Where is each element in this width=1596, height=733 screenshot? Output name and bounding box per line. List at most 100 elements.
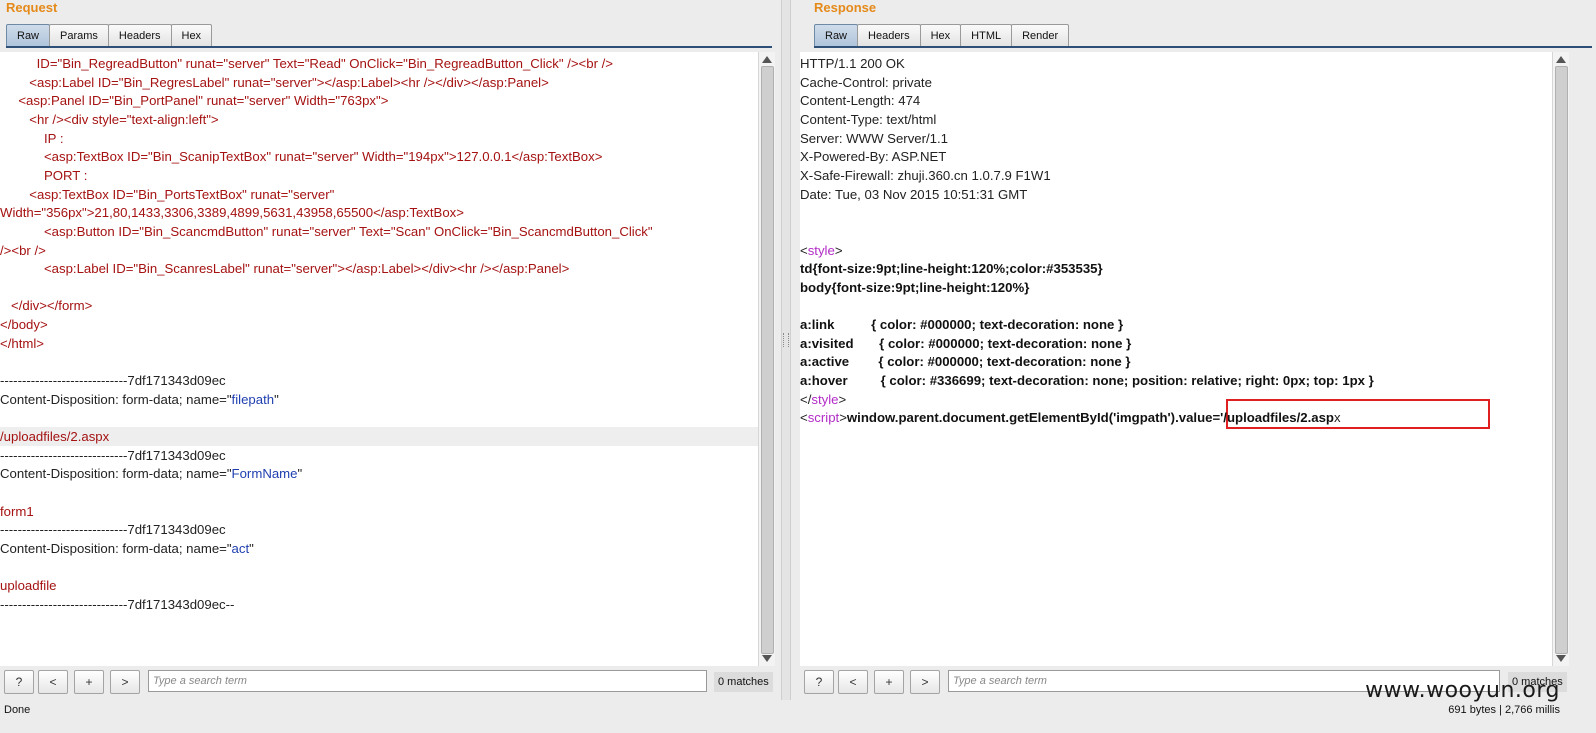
- code-token: </div></form>: [0, 298, 93, 314]
- code-token: Server: WWW Server/1.1: [800, 130, 949, 146]
- request-add-button[interactable]: +: [74, 670, 104, 694]
- code-token: HTTP/1.1 200 OK: [800, 56, 905, 71]
- response-code-line: <script>window.parent.document.getElemen…: [800, 408, 1341, 427]
- code-token: -----------------------------7df171343d0…: [0, 596, 235, 612]
- scroll-down-icon[interactable]: [1556, 655, 1566, 662]
- response-code-line: </style>: [800, 390, 846, 409]
- watermark: www.wooyun.org: [1365, 678, 1560, 703]
- request-tab-underline: [6, 46, 772, 48]
- request-title: Request: [6, 0, 58, 15]
- response-code-line: Content-Type: text/html: [800, 110, 936, 129]
- code-token: <: [800, 410, 808, 426]
- code-token: ID="Bin_RegreadButton" runat="server" Te…: [0, 56, 614, 71]
- response-tab-render[interactable]: Render: [1011, 24, 1070, 47]
- code-token: a:link { color: #000000; text-decoration…: [800, 317, 1124, 333]
- request-code-line: <asp:Panel ID="Bin_PortPanel" runat="ser…: [0, 91, 388, 110]
- response-code-line: a:active { color: #000000; text-decorati…: [800, 352, 1131, 371]
- response-code-line: HTTP/1.1 200 OK: [800, 54, 905, 73]
- request-match-count: 0 matches: [714, 672, 773, 692]
- pane-splitter[interactable]: [781, 0, 791, 700]
- code-token: FormName: [231, 466, 298, 482]
- code-token: act: [231, 540, 250, 556]
- request-search-input[interactable]: Type a search term: [148, 670, 707, 692]
- request-tab-headers[interactable]: Headers: [107, 24, 172, 47]
- request-panel: Request Raw Params Headers Hex ID="Bin_R…: [0, 0, 776, 700]
- request-code-line: </html>: [0, 334, 44, 353]
- request-code-line: form1: [0, 502, 34, 521]
- request-code-line: <asp:Label ID="Bin_ScanresLabel" runat="…: [0, 259, 569, 278]
- request-code-line: Content-Disposition: form-data; name="fi…: [0, 390, 279, 409]
- scroll-up-icon[interactable]: [762, 56, 772, 63]
- response-code-line: Content-Length: 474: [800, 91, 920, 110]
- request-scroll-thumb[interactable]: [761, 66, 774, 654]
- response-code-line: a:hover { color: #336699; text-decoratio…: [800, 371, 1374, 390]
- code-token: window.parent.document.getElementById('i…: [846, 410, 1334, 426]
- code-token: -----------------------------7df171343d0…: [0, 373, 226, 389]
- request-code-line: </body>: [0, 315, 48, 334]
- request-code-line: ID="Bin_RegreadButton" runat="server" Te…: [0, 54, 613, 73]
- request-prev-button[interactable]: <: [38, 670, 68, 694]
- response-code-line: Cache-Control: private: [800, 73, 932, 92]
- response-scrollbar[interactable]: [1552, 52, 1569, 666]
- response-tab-hex[interactable]: Hex: [919, 24, 962, 47]
- code-token: Cache-Control: private: [800, 74, 932, 90]
- scroll-up-icon[interactable]: [1556, 56, 1566, 63]
- request-code-line: /uploadfiles/2.aspx: [0, 427, 109, 446]
- code-token: >: [834, 242, 843, 258]
- request-editor[interactable]: ID="Bin_RegreadButton" runat="server" Te…: [0, 52, 758, 666]
- response-code-line: td{font-size:9pt;line-height:120%;color:…: [800, 259, 1103, 278]
- response-next-button[interactable]: >: [910, 670, 940, 694]
- code-token: -----------------------------7df171343d0…: [0, 522, 226, 538]
- request-next-button[interactable]: >: [110, 670, 140, 694]
- request-tab-raw[interactable]: Raw: [6, 24, 51, 47]
- response-code-line: Date: Tue, 03 Nov 2015 10:51:31 GMT: [800, 185, 1027, 204]
- code-token: </body>: [0, 317, 48, 333]
- code-token: X-Powered-By: ASP.NET: [800, 149, 947, 165]
- request-code-line: PORT :: [0, 166, 88, 185]
- request-help-button[interactable]: ?: [4, 670, 34, 694]
- request-code-line: -----------------------------7df171343d0…: [0, 446, 226, 465]
- code-token: </html>: [0, 335, 44, 351]
- response-add-button[interactable]: +: [874, 670, 904, 694]
- request-tab-hex[interactable]: Hex: [170, 24, 213, 47]
- code-token: <asp:Button ID="Bin_ScancmdButton" runat…: [0, 223, 653, 239]
- code-token: form1: [0, 503, 34, 519]
- response-code-line: Server: WWW Server/1.1: [800, 129, 948, 148]
- response-stats: 691 bytes | 2,766 millis: [1448, 704, 1560, 716]
- request-tabs: Raw Params Headers Hex: [6, 24, 213, 48]
- request-code-line: <asp:TextBox ID="Bin_ScanipTextBox" runa…: [0, 147, 602, 166]
- code-token: script: [807, 410, 840, 426]
- response-scroll-thumb[interactable]: [1555, 66, 1568, 654]
- response-prev-button[interactable]: <: [838, 670, 868, 694]
- code-token: <asp:TextBox ID="Bin_PortsTextBox" runat…: [0, 186, 335, 202]
- request-code-line: <hr /><div style="text-align:left">: [0, 110, 218, 129]
- code-token: X-Safe-Firewall: zhuji.360.cn 1.0.7.9 F1…: [800, 167, 1051, 183]
- status-text: Done: [4, 704, 31, 716]
- status-bar: Done 691 bytes | 2,766 millis: [0, 702, 1596, 733]
- code-token: Content-Disposition: form-data; name=": [0, 391, 232, 407]
- code-token: >: [839, 410, 847, 426]
- request-tab-params[interactable]: Params: [49, 24, 109, 47]
- code-token: <asp:Label ID="Bin_ScanresLabel" runat="…: [0, 261, 570, 277]
- scroll-down-icon[interactable]: [762, 655, 772, 662]
- code-token: >: [838, 391, 847, 407]
- response-code-line: body{font-size:9pt;line-height:120%}: [800, 278, 1029, 297]
- code-token: Content-Type: text/html: [800, 111, 937, 127]
- splitter-grip-icon[interactable]: [783, 333, 789, 347]
- response-tab-html[interactable]: HTML: [960, 24, 1013, 47]
- code-token: Content-Disposition: form-data; name=": [0, 466, 232, 482]
- code-token: Content-Length: 474: [800, 93, 921, 109]
- response-tab-headers[interactable]: Headers: [857, 24, 921, 47]
- code-token: style: [811, 391, 839, 407]
- response-code-line: X-Safe-Firewall: zhuji.360.cn 1.0.7.9 F1…: [800, 166, 1051, 185]
- response-code-line: a:visited { color: #000000; text-decorat…: [800, 334, 1131, 353]
- response-help-button[interactable]: ?: [804, 670, 834, 694]
- code-token: Date: Tue, 03 Nov 2015 10:51:31 GMT: [800, 186, 1028, 202]
- request-code-line: Width="356px">21,80,1433,3306,3389,4899,…: [0, 203, 464, 222]
- request-scrollbar[interactable]: [758, 52, 775, 666]
- request-code-line: -----------------------------7df171343d0…: [0, 520, 226, 539]
- request-search-bar: ? < + > Type a search term 0 matches: [0, 670, 776, 694]
- code-token: uploadfile: [0, 578, 57, 594]
- response-editor[interactable]: HTTP/1.1 200 OK Cache-Control: private Con…: [800, 52, 1552, 666]
- response-tab-raw[interactable]: Raw: [814, 24, 859, 47]
